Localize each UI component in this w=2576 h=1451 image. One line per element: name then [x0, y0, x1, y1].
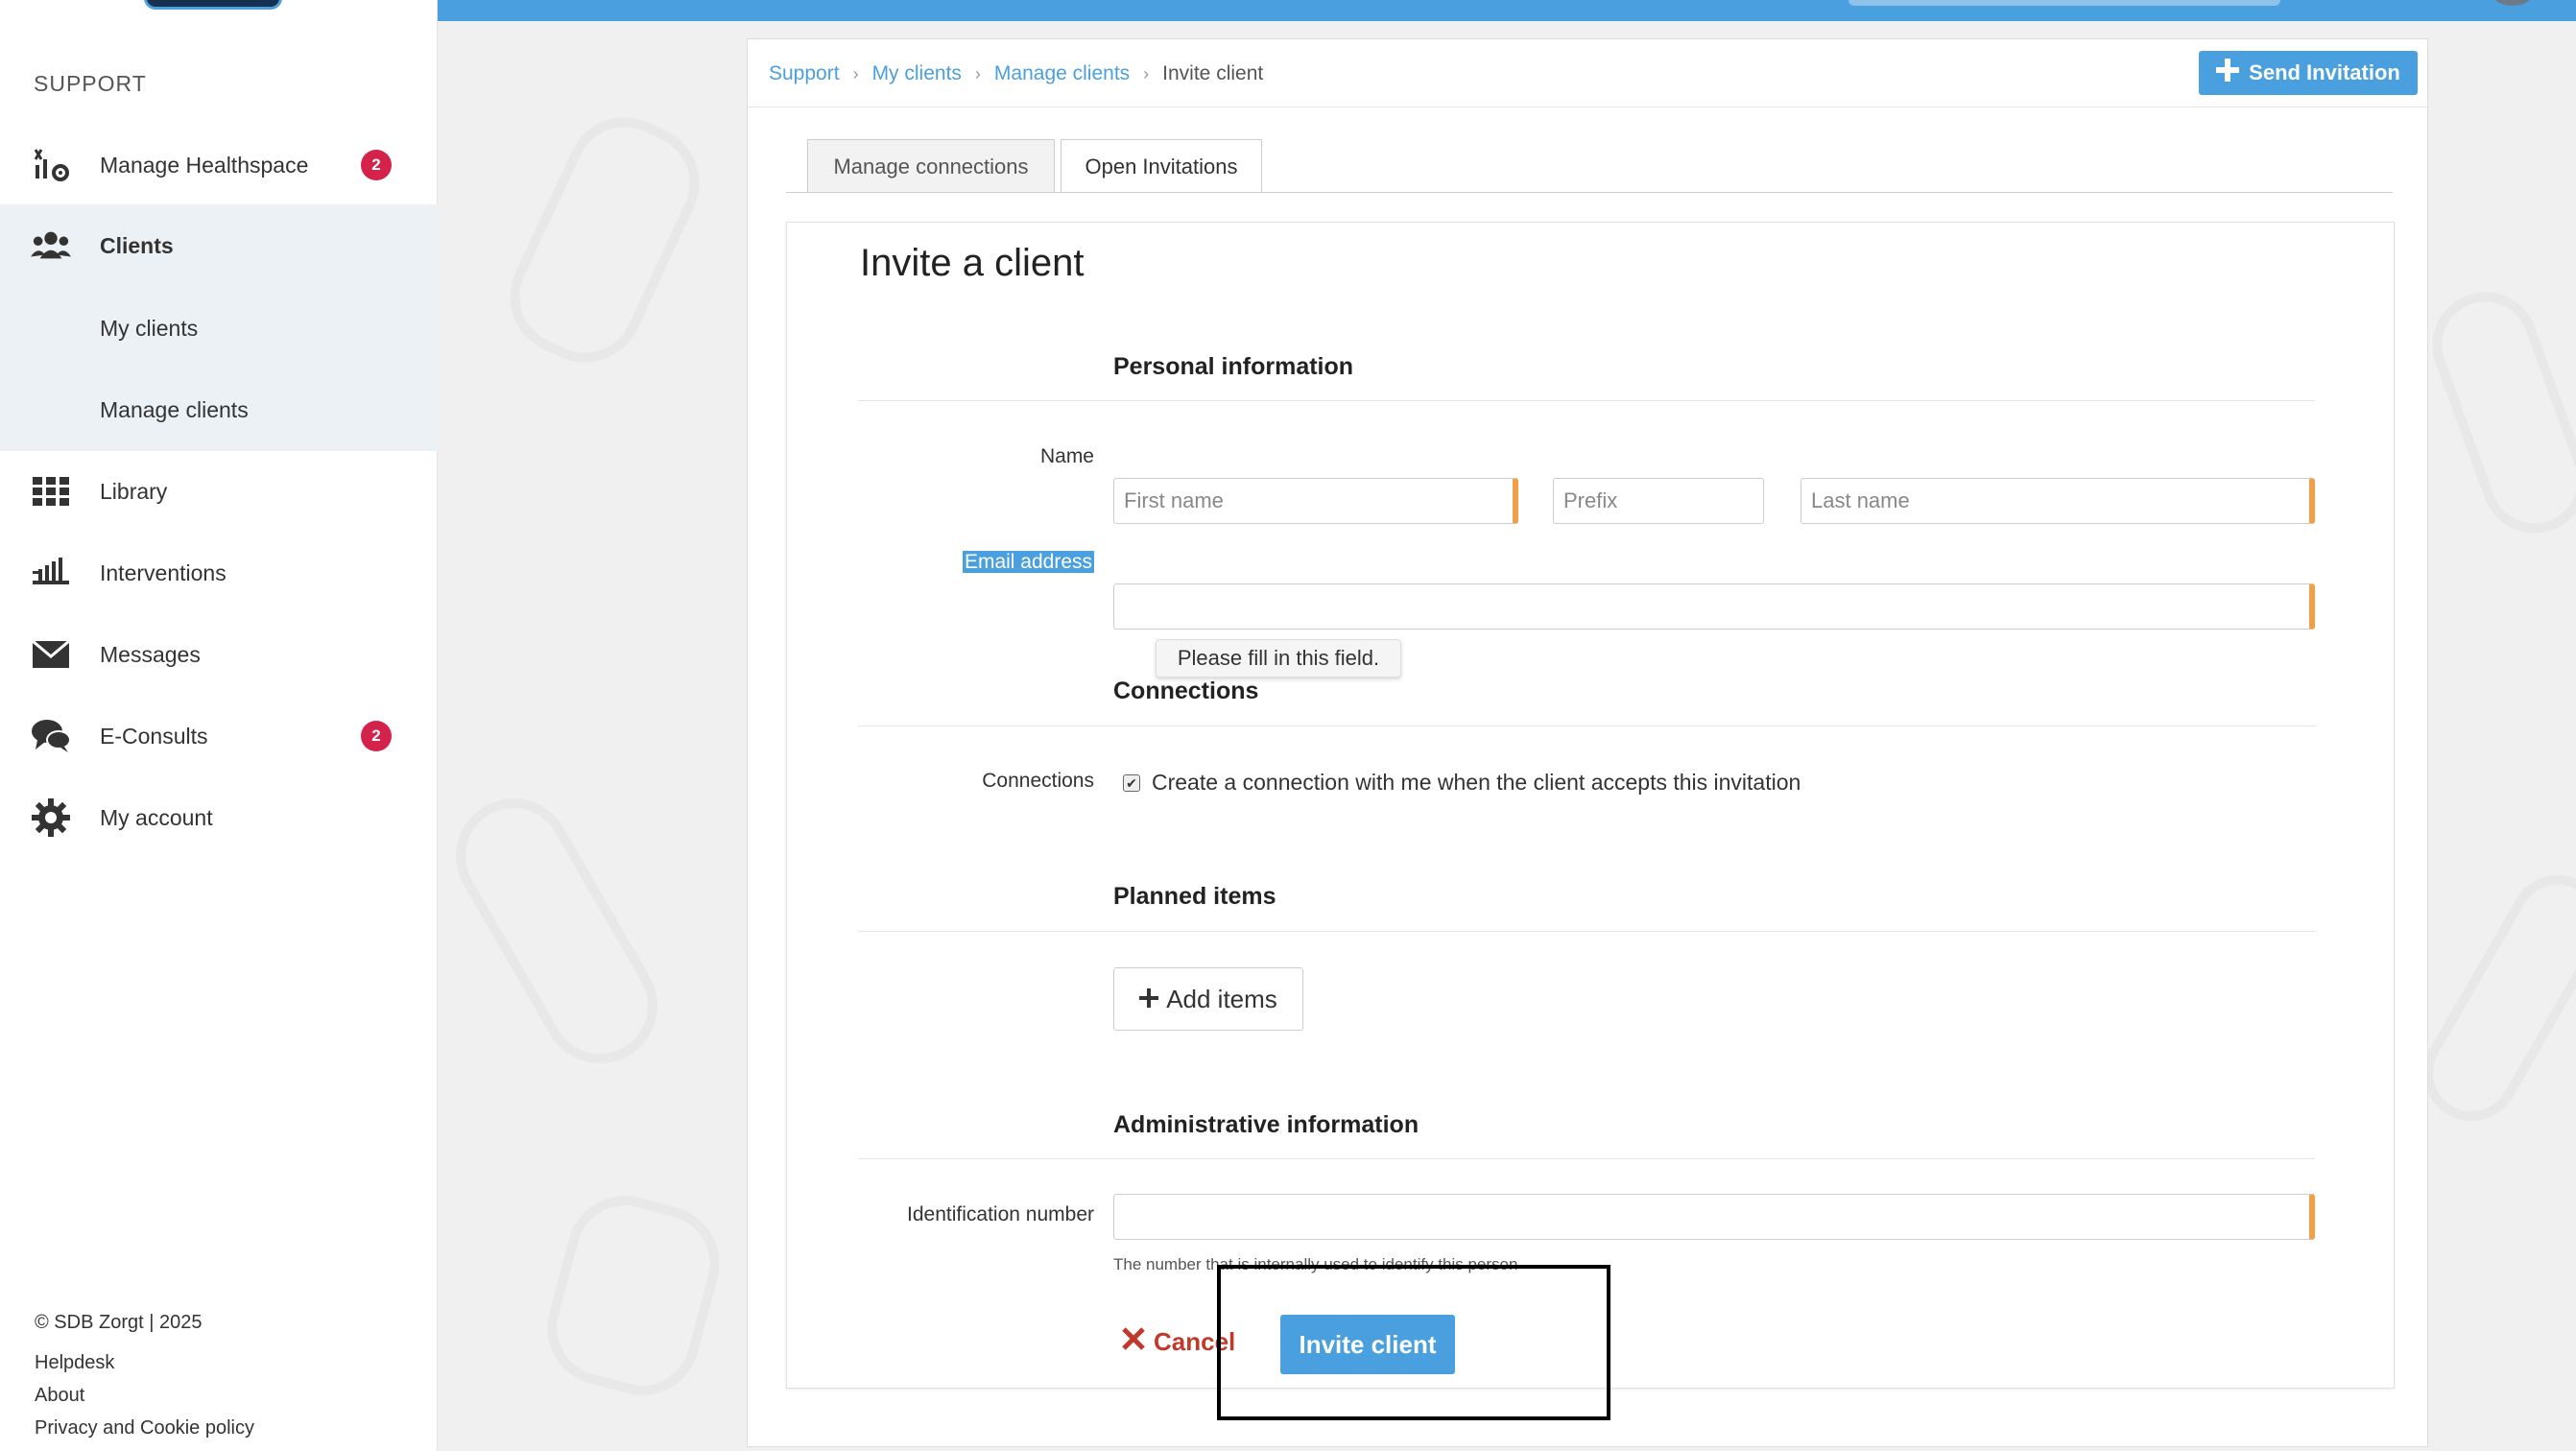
form-title: Invite a client: [860, 242, 1085, 284]
invite-form: Invite a client Personal information Nam…: [786, 222, 2395, 1389]
identification-label: Identification number: [907, 1203, 1094, 1225]
plus-icon: [1139, 985, 1159, 1014]
sidebar: SUPPORT Manage Healthspace 2 Clients My …: [0, 0, 438, 1451]
sidebar-item-clients[interactable]: Clients: [0, 204, 438, 287]
chevron-right-icon: ›: [1143, 63, 1150, 83]
top-bar: [438, 0, 2576, 21]
avatar[interactable]: [2493, 0, 2532, 6]
chevron-right-icon: ›: [974, 63, 981, 83]
sidebar-item-my-clients[interactable]: My clients: [0, 287, 438, 369]
validation-tooltip: Please fill in this field.: [1156, 639, 1401, 678]
connection-checkbox[interactable]: ✔: [1123, 774, 1140, 792]
sidebar-item-interventions[interactable]: Interventions: [0, 532, 438, 614]
notification-badge: 2: [361, 721, 392, 751]
sidebar-section-title: SUPPORT: [34, 71, 147, 96]
bg-shape: [490, 98, 719, 382]
breadcrumb: Support › My clients › Manage clients › …: [769, 62, 1263, 85]
section-admin-heading: Administrative information: [1113, 1111, 1419, 1138]
connection-checkbox-label[interactable]: Create a connection with me when the cli…: [1152, 770, 1801, 796]
add-items-label: Add items: [1166, 984, 1277, 1013]
divider: [858, 400, 2315, 401]
connections-label: Connections: [982, 770, 1094, 792]
breadcrumb-current: Invite client: [1162, 62, 1264, 84]
send-invitation-label: Send Invitation: [2249, 60, 2400, 84]
focus-highlight-box: [1217, 1265, 1610, 1420]
breadcrumb-support[interactable]: Support: [769, 62, 840, 85]
clients-icon: [31, 226, 71, 266]
sidebar-item-manage-healthspace[interactable]: Manage Healthspace 2: [0, 124, 438, 206]
copyright: © SDB Zorgt | 2025: [35, 1312, 203, 1333]
identification-field[interactable]: [1113, 1194, 2315, 1240]
first-name-field[interactable]: First name: [1113, 478, 1518, 524]
sidebar-item-messages[interactable]: Messages: [0, 613, 438, 696]
email-field[interactable]: [1113, 583, 2315, 630]
helpdesk-link[interactable]: Helpdesk: [35, 1352, 114, 1374]
email-label-text: Email address: [962, 551, 1094, 573]
logo[interactable]: [144, 0, 282, 10]
prefix-field[interactable]: Prefix: [1553, 478, 1764, 524]
bg-shape: [2417, 277, 2576, 548]
sidebar-item-label: Manage Healthspace: [100, 152, 309, 178]
sidebar-item-label: Clients: [100, 232, 174, 258]
section-planned-heading: Planned items: [1113, 883, 1276, 910]
breadcrumb-my-clients[interactable]: My clients: [872, 62, 962, 85]
healthspace-icon: [31, 145, 71, 185]
section-connections-heading: Connections: [1113, 678, 1259, 704]
notification-badge: 2: [361, 150, 392, 180]
plus-icon: [2216, 59, 2240, 87]
add-items-button[interactable]: Add items: [1113, 967, 1303, 1031]
sidebar-item-label: E-Consults: [100, 723, 208, 749]
sidebar-item-label: My account: [100, 804, 213, 830]
sidebar-item-label: Library: [100, 478, 168, 504]
divider: [858, 1158, 2315, 1159]
sidebar-item-label: Interventions: [100, 559, 227, 585]
sidebar-item-library[interactable]: Library: [0, 450, 438, 533]
email-label: Email address: [883, 551, 1094, 574]
about-link[interactable]: About: [35, 1385, 84, 1407]
sidebar-item-manage-clients[interactable]: Manage clients: [0, 369, 438, 451]
name-label: Name: [1039, 445, 1094, 467]
sidebar-item-label: Manage clients: [100, 396, 249, 422]
interventions-icon: [31, 553, 71, 593]
tab-open-invitations[interactable]: Open Invitations: [1061, 139, 1262, 193]
grid-icon: [31, 471, 71, 511]
tab-divider: [786, 192, 2393, 193]
chat-icon: [31, 716, 71, 756]
bg-shape: [534, 1182, 733, 1409]
divider: [858, 931, 2315, 932]
bg-shape: [2405, 857, 2576, 1139]
envelope-icon: [31, 634, 71, 675]
sidebar-item-my-account[interactable]: My account: [0, 776, 438, 859]
sidebar-item-label: My clients: [100, 315, 199, 341]
send-invitation-button[interactable]: Send Invitation: [2199, 51, 2418, 95]
close-icon: [1121, 1326, 1146, 1358]
breadcrumb-manage-clients[interactable]: Manage clients: [994, 62, 1130, 85]
sidebar-item-label: Messages: [100, 641, 201, 667]
main-card: Support › My clients › Manage clients › …: [747, 38, 2429, 1447]
bg-shape: [435, 777, 679, 1084]
chevron-right-icon: ›: [852, 63, 859, 83]
sidebar-item-e-consults[interactable]: E-Consults 2: [0, 695, 438, 777]
privacy-link[interactable]: Privacy and Cookie policy: [35, 1417, 254, 1439]
search-bar[interactable]: [1849, 0, 2280, 6]
last-name-field[interactable]: Last name: [1801, 478, 2315, 524]
tab-manage-connections[interactable]: Manage connections: [807, 139, 1055, 193]
section-personal-heading: Personal information: [1113, 353, 1354, 380]
gear-icon: [31, 797, 71, 838]
